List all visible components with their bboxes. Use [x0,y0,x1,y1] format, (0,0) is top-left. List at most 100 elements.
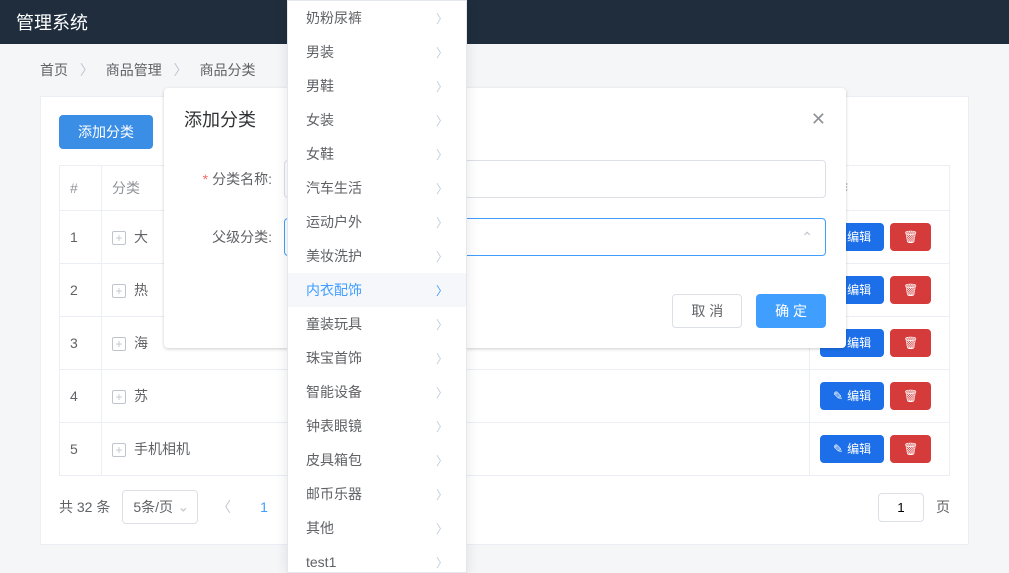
breadcrumb-item: 商品分类 [200,60,256,80]
cascader-item-label: 钟表眼镜 [306,416,362,436]
cascader-item[interactable]: 运动户外 〉 [288,205,466,239]
chevron-right-icon: 〉 [80,60,94,80]
chevron-right-icon: 〉 [436,44,448,61]
chevron-right-icon: 〉 [174,60,188,80]
trash-icon: 🗑 [903,284,918,296]
cascader-item-label: 运动户外 [306,212,362,232]
cascader-item-label: 智能设备 [306,382,362,402]
row-index: 5 [60,423,102,476]
chevron-up-icon: ⌃ [801,229,813,246]
cascader-item-label: 童装玩具 [306,314,362,334]
delete-button[interactable]: 🗑 [890,329,931,357]
cascader-item-label: 邮币乐器 [306,484,362,504]
cascader-item[interactable]: 男鞋〉 [288,69,466,103]
expand-icon[interactable]: + [112,337,126,351]
row-actions: ✎编辑 🗑 [810,370,950,423]
chevron-right-icon: 〉 [436,78,448,95]
cascader-item-label: 珠宝首饰 [306,348,362,368]
trash-icon: 🗑 [903,337,918,349]
chevron-down-icon: ⌄ [177,499,189,516]
chevron-right-icon: 〉 [436,316,448,333]
cascader-item[interactable]: 女装〉 [288,103,466,137]
page-goto-input[interactable] [878,493,924,522]
page-goto-suffix: 页 [936,497,950,517]
cascader-panel: 奶粉尿裤〉男装〉男鞋〉女装〉女鞋〉汽车生活〉运动户外〉美妆洗护〉内衣配饰〉童装玩… [287,0,467,573]
delete-button[interactable]: 🗑 [890,382,931,410]
row-name: 海 [134,335,148,351]
delete-button[interactable]: 🗑 [890,223,931,251]
cascader-item[interactable]: test1 〉 [288,545,466,573]
cascader-item-label: test1 [306,554,336,570]
cascader-item[interactable]: 皮具箱包〉 [288,443,466,477]
chevron-right-icon: 〉 [436,214,448,231]
cascader-item-label: 女鞋 [306,144,334,164]
edit-button[interactable]: ✎编辑 [820,435,884,463]
row-name-cell: +苏 [102,370,290,423]
add-category-modal: 添加分类 ✕ *分类名称: 父级分类: ⌃ 取 消 确 定 [164,88,846,348]
confirm-button[interactable]: 确 定 [756,294,826,328]
row-index: 3 [60,317,102,370]
row-index: 2 [60,264,102,317]
chevron-right-icon: 〉 [436,10,448,27]
row-name-cell: + 手机相机 [102,423,290,476]
chevron-right-icon: 〉 [436,112,448,129]
trash-icon: 🗑 [903,443,918,455]
cascader-item-label: 汽车生活 [306,178,362,198]
expand-icon[interactable]: + [112,284,126,298]
cascader-item-label: 美妆洗护 [306,246,362,266]
chevron-right-icon: 〉 [436,282,448,299]
chevron-right-icon: 〉 [436,248,448,265]
chevron-right-icon: 〉 [436,452,448,469]
cascader-item[interactable]: 奶粉尿裤 〉 [288,1,466,35]
cascader-item[interactable]: 汽车生活〉 [288,171,466,205]
app-header: 管理系统 [0,0,1009,44]
cancel-button[interactable]: 取 消 [672,294,742,328]
cascader-item[interactable]: 智能设备 〉 [288,375,466,409]
cascader-item[interactable]: 女鞋 〉 [288,137,466,171]
page-size-select[interactable]: 5条/页 ⌄ [122,490,198,524]
cascader-item[interactable]: 男装 〉 [288,35,466,69]
trash-icon: 🗑 [903,231,918,243]
cascader-item-label: 男装 [306,42,334,62]
cascader-item[interactable]: 童装玩具 〉 [288,307,466,341]
delete-button[interactable]: 🗑 [890,276,931,304]
breadcrumb-item[interactable]: 商品管理 [106,60,162,80]
cascader-item-label: 奶粉尿裤 [306,8,362,28]
edit-button[interactable]: ✎编辑 [820,382,884,410]
chevron-right-icon: 〉 [436,418,448,435]
row-name: 大 [134,229,148,245]
row-name: 苏 [134,388,148,404]
row-name: 手机相机 [134,441,190,457]
chevron-right-icon: 〉 [436,146,448,163]
expand-icon[interactable]: + [112,231,126,245]
trash-icon: 🗑 [903,390,918,402]
chevron-right-icon: 〉 [436,384,448,401]
row-actions: ✎编辑 🗑 [810,423,950,476]
expand-icon[interactable]: + [112,390,126,404]
delete-button[interactable]: 🗑 [890,435,931,463]
label-category-name: *分类名称: [184,169,284,189]
chevron-right-icon: 〉 [436,520,448,537]
col-index: # [60,166,102,211]
cascader-item[interactable]: 其他 〉 [288,511,466,545]
edit-icon: ✎ [833,390,843,402]
cascader-item[interactable]: 邮币乐器 〉 [288,477,466,511]
add-category-button[interactable]: 添加分类 [59,115,153,149]
cascader-item[interactable]: 美妆洗护 〉 [288,239,466,273]
page-number[interactable]: 1 [250,493,278,521]
chevron-right-icon: 〉 [436,554,448,571]
pagination-total: 共 32 条 [59,497,110,517]
cascader-item-label: 其他 [306,518,334,538]
page-prev-button[interactable]: 〈 [210,493,238,521]
expand-icon[interactable]: + [112,443,126,457]
close-icon[interactable]: ✕ [811,109,826,130]
cascader-item[interactable]: 内衣配饰〉 [288,273,466,307]
edit-icon: ✎ [833,443,843,455]
row-name: 热 [134,282,148,298]
chevron-right-icon: 〉 [436,486,448,503]
cascader-item[interactable]: 珠宝首饰〉 [288,341,466,375]
modal-title: 添加分类 [184,106,256,132]
cascader-item[interactable]: 钟表眼镜 〉 [288,409,466,443]
breadcrumb-item[interactable]: 首页 [40,60,68,80]
row-index: 1 [60,211,102,264]
